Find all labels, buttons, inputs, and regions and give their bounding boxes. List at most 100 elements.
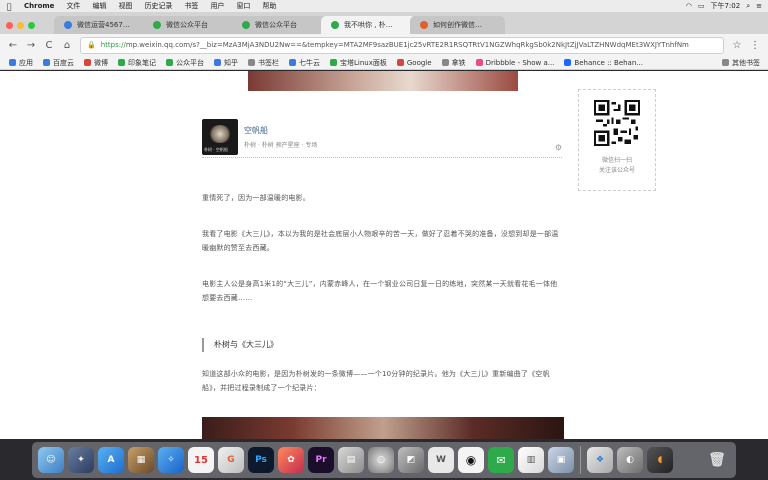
bookmark-label: 应用 [19,58,33,67]
bookmark-apps[interactable]: 应用 [4,58,38,68]
cloud-icon [43,59,50,66]
tab-how-to-write[interactable]: 如何创作微信文章 [410,16,505,34]
window-controls [0,16,54,34]
site-icon [420,21,428,29]
qq-icon[interactable]: ◉ [458,447,484,473]
creative-app-icon[interactable]: ✿ [278,447,304,473]
bookmark-baota[interactable]: 宝塔Linux面板 [325,58,392,68]
trash-icon[interactable]: 🗑 [704,447,730,473]
bookmark-label: 印象笔记 [128,58,156,67]
zoom-window-button[interactable] [28,21,35,29]
account-description: 朴树 · 朴树 预产星座 · 专场 [244,142,318,149]
folder-icon [722,59,729,66]
bookmark-label: Google [406,58,432,67]
tab-article-active[interactable]: 我不哄你 , 朴树推荐的电影 [321,16,416,34]
article-paragraph-2: 我看了电影《大三儿》，本以为我的是社会底层小人物艰辛的苦一天，做好了忍着不哭的准… [202,230,559,252]
terminal-icon[interactable]: ▤ [338,447,364,473]
bookmark-label: 知乎 [224,58,238,67]
bookmark-other[interactable]: 其他书签 [717,58,768,68]
account-card[interactable]: 朴树 · 空帆船 空帆船 朴树 · 朴树 预产星座 · 专场 ⚙ [202,119,562,158]
list-icon[interactable]: ≡ [756,2,762,10]
bookmark-label: 七牛云 [299,58,320,67]
bookmark-google[interactable]: Google [392,59,437,67]
macos-dock: ☺ ✦ A ▦ ✧ 15 G Ps ✿ Pr ▤ ○ ◩ W ◉ ✉ ▥ ▣ ❖… [32,442,736,478]
menu-history[interactable]: 历史记录 [138,1,178,11]
preview-icon[interactable]: ▦ [128,447,154,473]
menu-user[interactable]: 用户 [204,1,230,11]
qr-code-panel: 微信扫一扫 关注该公众号 [578,89,656,191]
google-icon [396,59,404,66]
wechat-icon [166,59,173,66]
screenshot-icon[interactable]: ▣ [548,447,574,473]
article-top-image [248,71,518,91]
menu-view[interactable]: 视图 [112,1,138,11]
article-page: 朴树 · 空帆船 空帆船 朴树 · 朴树 预产星座 · 专场 ⚙ 重情死了，因为… [0,71,768,439]
apple-icon[interactable]:  [0,2,18,11]
account-name[interactable]: 空帆船 [244,125,268,136]
finder-icon[interactable]: ☺ [38,447,64,473]
premiere-icon[interactable]: Pr [308,447,334,473]
bookmark-zhihu[interactable]: 知乎 [209,58,243,68]
photoshop-icon[interactable]: Ps [248,447,274,473]
folder-stack-icon[interactable]: ❖ [587,447,613,473]
tab-weixin-platform-1[interactable]: 微信公众平台 [143,16,238,34]
close-window-button[interactable] [6,21,13,29]
bookmark-baiduyun[interactable]: 百度云 [38,58,79,68]
qr-caption-line2: 关注该公众号 [598,167,635,174]
launchpad-icon[interactable]: ✦ [68,447,94,473]
menu-app-name[interactable]: Chrome [18,2,60,10]
media-icon[interactable]: ◖ [647,447,673,473]
wifi-icon[interactable]: ◠ [686,2,692,10]
wechat-dock-icon[interactable]: ✉ [488,447,514,473]
browser-toolbar: ← → C ⌂ 🔒 https:// mp.weixin.qq.com/s?__… [0,34,768,56]
menu-dots-icon[interactable]: ⋮ [750,40,760,51]
star-icon[interactable]: ☆ [732,40,742,51]
bookmark-folder[interactable]: 书签栏 [243,58,284,68]
bookmark-qiniu[interactable]: 七牛云 [284,58,325,68]
apps-icon [9,59,16,66]
search-icon[interactable]: ⌕ [746,2,750,11]
bookmark-weibo[interactable]: 微博 [79,58,113,68]
forward-icon[interactable]: → [26,40,36,51]
downloads-icon[interactable]: ◐ [617,447,643,473]
url-text: mp.weixin.qq.com/s?__biz=MzA3MjA3NDU2Nw=… [125,41,689,49]
baota-icon [330,59,337,66]
bookmark-behance[interactable]: Behance :: Behan... [559,59,648,67]
app-store-icon[interactable]: A [98,447,124,473]
notes-icon[interactable]: ▥ [518,447,544,473]
bookmark-label: 宝塔Linux面板 [340,58,387,67]
menu-window[interactable]: 窗口 [230,1,256,11]
menu-edit[interactable]: 编辑 [86,1,112,11]
back-icon[interactable]: ← [8,40,18,51]
menubar-clock[interactable]: 下午7:02 [710,1,740,11]
evernote-icon [118,59,125,66]
bookmark-label: Dribbble - Show a... [485,58,555,67]
bookmark-latte[interactable]: 拿铁 [437,58,471,68]
home-icon[interactable]: ⌂ [62,40,72,51]
tab-weixin-platform-2[interactable]: 微信公众平台 [232,16,327,34]
qiniu-icon [289,59,296,66]
weibo-icon [84,59,91,66]
account-thumbnail[interactable]: 朴树 · 空帆船 [202,119,238,155]
address-bar[interactable]: 🔒 https:// mp.weixin.qq.com/s?__biz=MzA3… [80,36,724,54]
reload-icon[interactable]: C [44,40,54,51]
minimize-window-button[interactable] [17,21,24,29]
dock-separator [580,446,581,474]
battery-icon[interactable]: ▭ [698,2,705,10]
globe-icon[interactable]: ○ [368,447,394,473]
settings-icon[interactable]: ⚙ [555,143,562,152]
tab-baidu-mindmap[interactable]: 微信运营4567 - 百度脑图 [54,16,149,34]
bookmark-dribbble[interactable]: Dribbble - Show a... [471,59,560,67]
bookmark-evernote[interactable]: 印象笔记 [113,58,161,68]
utility-icon[interactable]: ◩ [398,447,424,473]
w-app-icon[interactable]: W [428,447,454,473]
menu-bookmarks[interactable]: 书签 [178,1,204,11]
bookmark-mp-platform[interactable]: 公众平台 [161,58,209,68]
bookmark-label: 公众平台 [176,58,204,67]
menu-help[interactable]: 帮助 [256,1,282,11]
swirl-app-icon[interactable]: G [218,447,244,473]
menu-file[interactable]: 文件 [60,1,86,11]
safari-icon[interactable]: ✧ [158,447,184,473]
calendar-icon[interactable]: 15 [188,447,214,473]
tab-label: 微信公众平台 [166,21,208,29]
